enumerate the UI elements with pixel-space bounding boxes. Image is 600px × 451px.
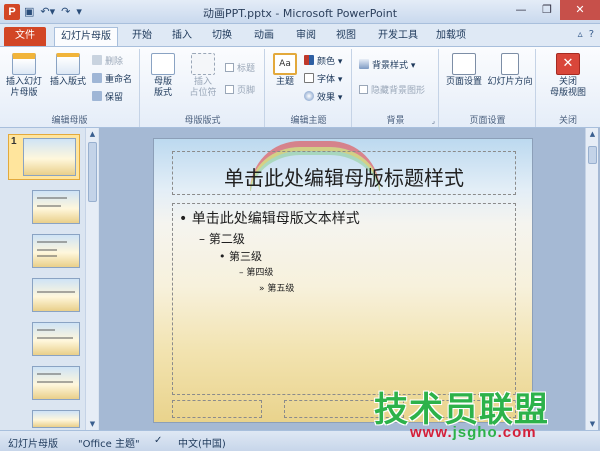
tab-addins[interactable]: 加载项 [430, 27, 472, 46]
close-icon[interactable]: ✕ [560, 0, 600, 20]
text-level-2: – 第二级 [199, 232, 245, 246]
thumbnail-layout[interactable] [32, 322, 80, 356]
scroll-down-icon[interactable]: ▼ [586, 418, 599, 430]
minimize-icon[interactable]: — [508, 0, 534, 20]
spellcheck-icon[interactable]: ✓ [154, 435, 162, 446]
slide-orientation-icon [501, 53, 519, 75]
text-level-5: » 第五级 [259, 284, 295, 294]
group-label-edit-master: 编辑母版 [51, 116, 88, 126]
effects-button[interactable]: 效果 ▾ [304, 91, 342, 104]
effects-icon [304, 91, 314, 101]
slide-thumbnail-panel: ▲ ▼ [0, 128, 98, 430]
scroll-up-icon[interactable]: ▲ [586, 128, 599, 140]
rename-icon [92, 73, 102, 83]
status-view: 幻灯片母版 [8, 439, 58, 450]
close-master-view-icon: ✕ [556, 53, 580, 75]
delete-icon [92, 55, 102, 65]
body-placeholder[interactable]: • 单击此处编辑母版文本样式 – 第二级 • 第三级 – 第四级 » 第五级 [172, 203, 516, 395]
scroll-up-icon[interactable]: ▲ [86, 128, 99, 140]
group-label-edit-theme: 编辑主题 [290, 116, 327, 126]
thumbnail-layout[interactable] [32, 190, 80, 224]
minimize-ribbon-icon[interactable]: ▵ [578, 29, 583, 40]
slide-number: 1 [11, 136, 17, 147]
tab-home[interactable]: 开始 [126, 27, 158, 46]
ribbon-tabs: 文件 幻灯片母版 开始 插入 切换 动画 审阅 视图 开发工具 加载项 ▵ ? [0, 24, 600, 46]
slide-title: 单击此处编辑母版标题样式 [224, 166, 464, 190]
group-page-setup: 页面设置 幻灯片方向 页面设置 [440, 49, 536, 127]
tab-animations[interactable]: 动画 [248, 27, 280, 46]
group-label-background: 背景 [386, 116, 405, 126]
editor-scrollbar[interactable]: ▲ ▼ [585, 128, 598, 430]
insert-placeholder-button[interactable]: 插入 占位符 [183, 53, 223, 99]
page-setup-icon [452, 53, 476, 75]
background-styles-icon [359, 59, 369, 69]
tab-developer[interactable]: 开发工具 [372, 27, 424, 46]
slide-orientation-button[interactable]: 幻灯片方向 [486, 53, 534, 88]
thumbnail-scrollbar[interactable]: ▲ ▼ [85, 128, 98, 430]
insert-placeholder-icon [191, 53, 215, 75]
group-close: ✕ 关闭 母版视图 关闭 [537, 49, 599, 127]
colors-icon [304, 55, 314, 65]
group-edit-master: 插入幻灯 片母版 插入版式 删除 重命名 保留 编辑母版 [0, 49, 140, 127]
tab-view[interactable]: 视图 [330, 27, 362, 46]
group-label-page-setup: 页面设置 [469, 116, 506, 126]
status-theme: "Office 主题" [78, 439, 140, 450]
group-master-layout: 母版 版式 插入 占位符 标题 页脚 母版版式 [141, 49, 265, 127]
insert-slide-master-button[interactable]: 插入幻灯 片母版 [4, 53, 44, 99]
close-master-view-button[interactable]: ✕ 关闭 母版视图 [541, 53, 595, 99]
text-level-4: – 第四级 [239, 268, 274, 278]
themes-icon: Aa [273, 53, 297, 75]
help-icon[interactable]: ? [589, 29, 594, 40]
restore-icon[interactable]: ❐ [534, 0, 560, 20]
delete-button[interactable]: 删除 [92, 55, 123, 68]
tab-review[interactable]: 审阅 [290, 27, 322, 46]
rename-button[interactable]: 重命名 [92, 73, 132, 86]
page-setup-button[interactable]: 页面设置 [444, 53, 484, 88]
thumbnail-layout[interactable] [32, 278, 80, 312]
tab-insert[interactable]: 插入 [166, 27, 198, 46]
group-label-close: 关闭 [558, 116, 577, 126]
ribbon: 插入幻灯 片母版 插入版式 删除 重命名 保留 编辑母版 母版 版式 插入 占位… [0, 46, 600, 128]
scroll-down-icon[interactable]: ▼ [86, 418, 99, 430]
colors-button[interactable]: 颜色 ▾ [304, 55, 342, 68]
fonts-icon [304, 73, 314, 83]
preserve-icon [92, 91, 102, 101]
ribbon-controls: ▵ ? [578, 29, 594, 40]
background-styles-button[interactable]: 背景样式 ▾ [359, 59, 415, 72]
text-level-1: • 单击此处编辑母版文本样式 [179, 211, 360, 227]
footers-checkbox[interactable]: 页脚 [225, 85, 255, 97]
themes-button[interactable]: Aa 主题 [270, 53, 300, 88]
tab-transitions[interactable]: 切换 [206, 27, 238, 46]
date-placeholder[interactable] [172, 400, 262, 418]
tab-file[interactable]: 文件 [4, 27, 46, 46]
insert-layout-icon [56, 53, 80, 75]
preserve-button[interactable]: 保留 [92, 91, 123, 104]
group-edit-theme: Aa 主题 颜色 ▾ 字体 ▾ 效果 ▾ 编辑主题 [266, 49, 352, 127]
tab-slide-master[interactable]: 幻灯片母版 [54, 27, 118, 46]
slide-master-canvas[interactable]: 单击此处编辑母版标题样式 • 单击此处编辑母版文本样式 – 第二级 • 第三级 … [153, 138, 533, 423]
master-layout-icon [151, 53, 175, 75]
title-placeholder[interactable]: 单击此处编辑母版标题样式 [172, 151, 516, 195]
insert-layout-button[interactable]: 插入版式 [48, 53, 88, 88]
window-controls: — ❐ ✕ [508, 0, 600, 20]
watermark-url: www.jsgho.com [410, 424, 537, 441]
dialog-launcher-icon[interactable]: ⌟ [432, 117, 435, 125]
group-label-master-layout: 母版版式 [184, 116, 221, 126]
hide-background-checkbox[interactable]: 隐藏背景图形 [359, 85, 425, 97]
thumbnail-master[interactable] [8, 134, 80, 180]
fonts-button[interactable]: 字体 ▾ [304, 73, 342, 86]
thumbnail-layout[interactable] [32, 410, 80, 428]
text-level-3: • 第三级 [219, 250, 262, 263]
title-bar: P ▣ ↶▾ ↷ ▾ 动画PPT.pptx - Microsoft PowerP… [0, 0, 600, 24]
insert-slide-master-icon [12, 53, 36, 75]
status-language[interactable]: 中文(中国) [178, 435, 226, 450]
title-checkbox[interactable]: 标题 [225, 63, 255, 75]
thumbnail-layout[interactable] [32, 366, 80, 400]
master-layout-button[interactable]: 母版 版式 [145, 53, 181, 99]
group-background: 背景样式 ▾ 隐藏背景图形 背景 ⌟ [353, 49, 439, 127]
thumbnail-layout[interactable] [32, 234, 80, 268]
